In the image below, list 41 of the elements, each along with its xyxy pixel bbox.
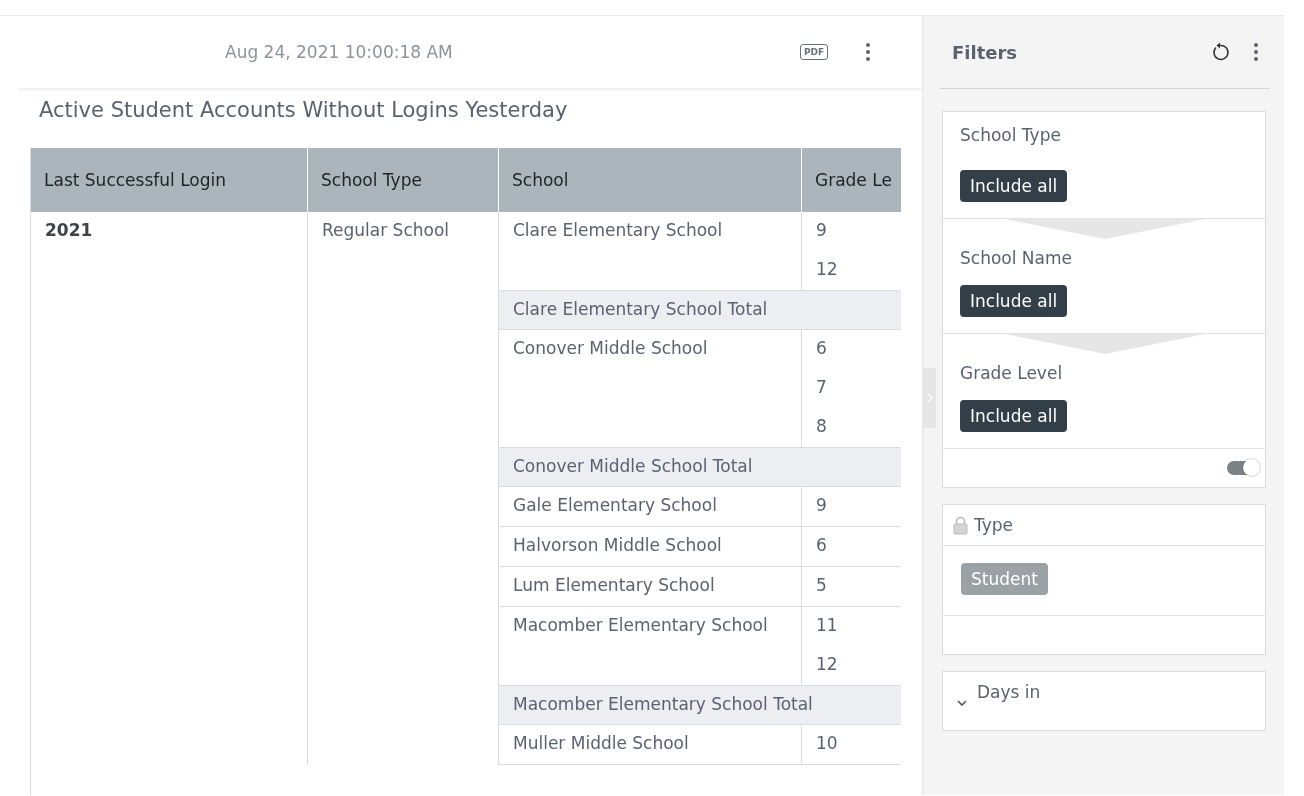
subtotal-row: Clare Elementary School Total [499, 291, 901, 330]
report-timestamp: Aug 24, 2021 10:00:18 AM [225, 42, 454, 62]
filter-chip[interactable]: Include all [960, 400, 1068, 432]
table-cell: Gale Elementary School [499, 487, 802, 526]
column-header[interactable]: Last Successful Login [31, 148, 308, 212]
filter-label: Days in [977, 682, 1041, 702]
table-cell-text: 11 [815, 614, 839, 637]
filter-chip[interactable]: Include all [960, 285, 1068, 317]
table-cell: Clare Elementary School [499, 212, 802, 290]
table-cell: Lum Elementary School [499, 567, 802, 606]
pdf-export-button[interactable]: PDF [800, 44, 829, 60]
filter-label: School Type [960, 124, 1061, 146]
filters-title: Filters [952, 41, 1019, 63]
table-cell-text: 12 [815, 653, 839, 676]
table-cell-text: 9 [815, 219, 828, 242]
table-cell-text: 10 [815, 732, 839, 755]
chevron-icon[interactable] [957, 700, 967, 707]
filter-chip[interactable]: Include all [960, 170, 1068, 202]
table-cell-text: 9 [815, 494, 828, 517]
table-cell: Macomber Elementary School [499, 607, 802, 685]
panel-collapse-handle[interactable] [923, 368, 936, 428]
table-cell: Muller Middle School [499, 725, 802, 764]
table-cell: Halvorson Middle School [499, 527, 802, 566]
table-cell-text: 12 [815, 258, 839, 281]
table-cell: 2021 [31, 212, 308, 765]
column-header[interactable]: School [499, 148, 802, 212]
column-header[interactable]: School Type [308, 148, 499, 212]
table-cell-text: 5 [815, 574, 828, 597]
table-cell-text: 8 [815, 415, 828, 438]
toggle-switch[interactable] [1227, 461, 1259, 475]
report-title: Active Student Accounts Without Logins Yesterday [39, 98, 569, 124]
subtotal-row: Macomber Elementary School Total [499, 686, 901, 725]
filter-label: Grade Level [960, 362, 1063, 384]
table-cell-text: 6 [815, 337, 828, 360]
reset-icon[interactable] [1210, 42, 1230, 62]
table-cell-text: 6 [815, 534, 828, 557]
filter-label: School Name [960, 247, 1072, 269]
table-cell: Conover Middle School [499, 330, 802, 447]
subtotal-row: Conover Middle School Total [499, 448, 901, 487]
filter-label: Type [974, 515, 1014, 535]
table-cell-text: 7 [815, 376, 828, 399]
